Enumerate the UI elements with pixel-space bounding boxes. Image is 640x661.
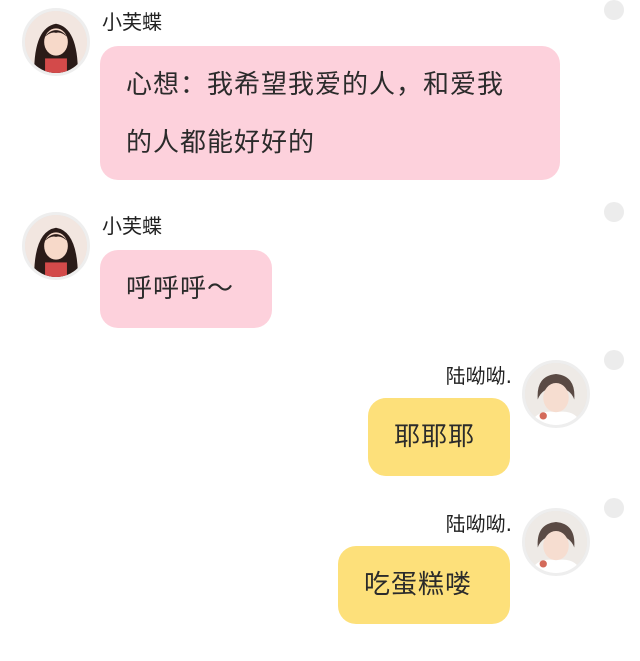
message-bubble[interactable]: 耶耶耶: [368, 398, 510, 476]
message-bubble[interactable]: 心想：我希望我爱的人，和爱我 的人都能好好的: [100, 46, 560, 180]
status-dot: [604, 350, 624, 370]
avatar-girl-icon: [25, 11, 87, 73]
sender-name: 小芙蝶: [102, 214, 162, 238]
message-text: 心想：我希望我爱的人，和爱我: [126, 70, 505, 100]
message-text: 耶耶耶: [394, 422, 476, 452]
status-dot: [604, 0, 624, 20]
message-text: 呼呼呼～: [126, 274, 235, 304]
sender-name: 陆呦呦.: [445, 364, 512, 388]
avatar[interactable]: [522, 360, 590, 428]
avatar[interactable]: [522, 508, 590, 576]
avatar[interactable]: [22, 8, 90, 76]
sender-name: 陆呦呦.: [445, 512, 512, 536]
message-bubble[interactable]: 呼呼呼～: [100, 250, 272, 328]
message-text: 吃蛋糕喽: [364, 570, 473, 600]
chat-thread: 小芙蝶 心想：我希望我爱的人，和爱我 的人都能好好的 小芙蝶 呼呼呼～ 陆呦呦.…: [0, 0, 640, 661]
sender-name: 小芙蝶: [102, 10, 162, 34]
status-dot: [604, 202, 624, 222]
avatar-girl-icon: [25, 215, 87, 277]
message-text: 的人都能好好的: [126, 128, 316, 158]
avatar[interactable]: [22, 212, 90, 280]
avatar-woman-icon: [525, 363, 587, 425]
status-dot: [604, 498, 624, 518]
message-bubble[interactable]: 吃蛋糕喽: [338, 546, 510, 624]
avatar-woman-icon: [525, 511, 587, 573]
